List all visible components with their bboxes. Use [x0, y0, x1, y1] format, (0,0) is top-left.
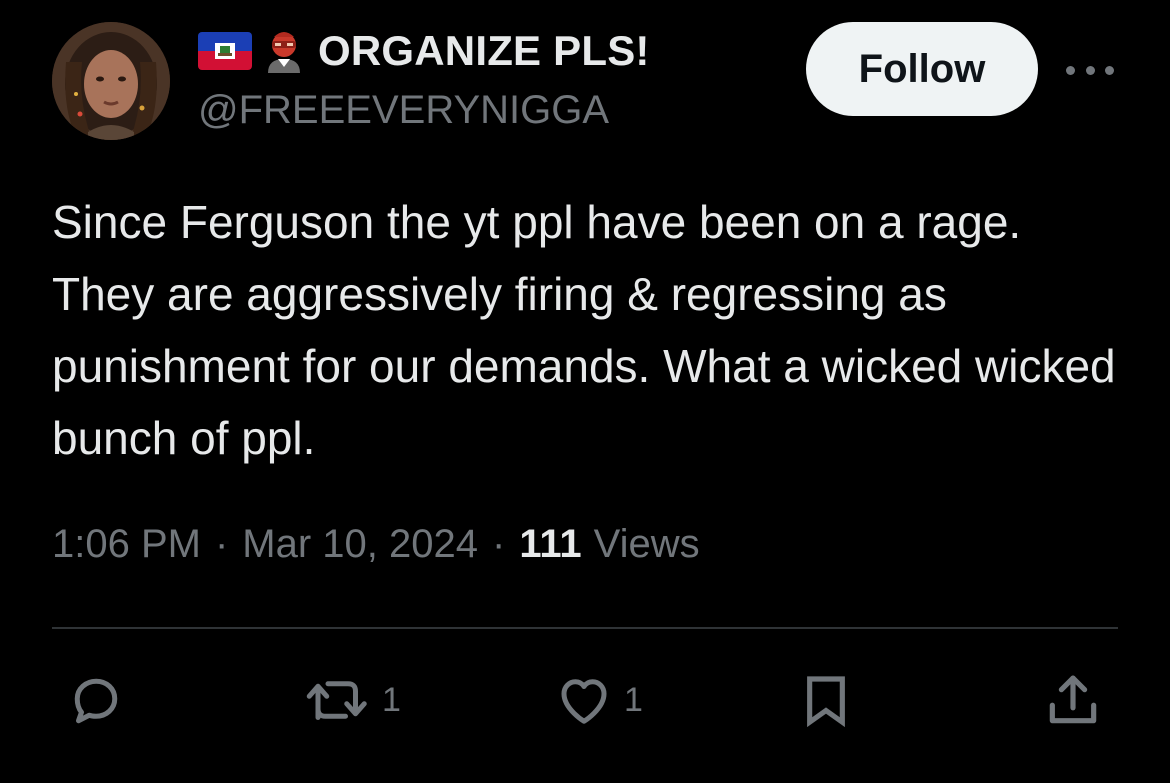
divider: [52, 627, 1118, 629]
mask-person-icon: [264, 29, 304, 73]
share-icon: [1049, 675, 1097, 724]
reply-icon: [74, 678, 118, 724]
separator-dot: ·: [214, 522, 229, 566]
bookmark-icon: [807, 676, 845, 728]
follow-button[interactable]: Follow: [806, 22, 1038, 116]
heart-icon: [561, 679, 607, 724]
avatar[interactable]: [52, 22, 170, 140]
tweet-metadata: 1:06 PM · Mar 10, 2024 · 111 Views: [52, 522, 700, 567]
views-count: 111: [519, 522, 582, 566]
retweet-button[interactable]: 1: [302, 664, 401, 736]
tweet-text: Since Ferguson the yt ppl have been on a…: [52, 196, 1116, 464]
tweet-date[interactable]: Mar 10, 2024: [242, 522, 478, 567]
retweet-icon: [306, 681, 367, 720]
views-label: Views: [593, 522, 700, 566]
action-bar: 1 1: [52, 664, 1118, 736]
author-name-row: ORGANIZE PLS!: [198, 27, 650, 75]
like-count: 1: [624, 680, 643, 719]
haiti-flag-icon: [198, 32, 252, 70]
tweet-time[interactable]: 1:06 PM: [52, 522, 201, 567]
separator-dot: ·: [492, 522, 506, 566]
share-button[interactable]: [1042, 664, 1104, 736]
like-button[interactable]: 1: [552, 664, 643, 736]
more-horizontal-icon[interactable]: [1066, 56, 1114, 84]
bookmark-button[interactable]: [798, 664, 854, 736]
tweet-detail: ORGANIZE PLS! @FREEEVERYNIGGA Follow Sin…: [0, 0, 1170, 783]
reply-button[interactable]: [66, 664, 134, 736]
author-display-name[interactable]: ORGANIZE PLS!: [318, 27, 650, 75]
author-handle[interactable]: @FREEEVERYNIGGA: [198, 88, 609, 133]
retweet-count: 1: [382, 680, 401, 719]
